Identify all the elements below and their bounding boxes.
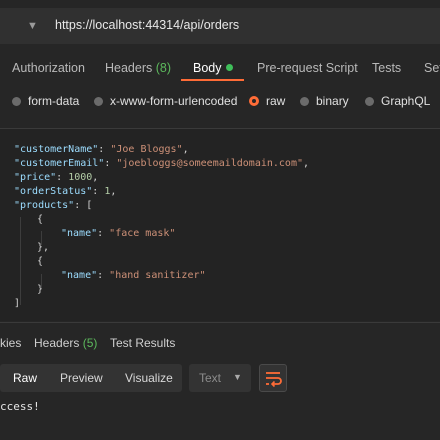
wrap-lines-icon <box>266 372 282 388</box>
tab-test-results-label: Test Results <box>110 336 176 350</box>
url-input[interactable]: https://localhost:44314/api/orders <box>55 18 239 32</box>
radio-urlencoded-label: x-www-form-urlencoded <box>110 94 238 108</box>
format-select[interactable]: Text ▼ <box>189 364 251 392</box>
tab-headers-count: (8) <box>155 61 172 75</box>
tab-body-label: Body <box>193 61 222 75</box>
tab-cookies-label: kies <box>0 336 22 350</box>
indent-guide <box>20 217 21 305</box>
postman-window: ▼ https://localhost:44314/api/orders Aut… <box>0 0 440 440</box>
code-bracket: : [ <box>74 200 93 211</box>
code-line: "name": "face mask" <box>61 227 175 241</box>
code-key: "orderStatus" <box>14 186 93 197</box>
tab-headers[interactable]: Headers (8) <box>105 61 171 75</box>
view-preview-button[interactable]: Preview <box>60 371 103 385</box>
active-tab-indicator <box>181 79 244 81</box>
code-comma: , <box>110 186 117 197</box>
radio-graphql[interactable]: GraphQL <box>365 94 430 108</box>
radio-circle-icon <box>365 97 374 106</box>
code-line: "name": "hand sanitizer" <box>61 269 206 283</box>
response-tabs: kies Headers (5) Test Results <box>0 330 440 354</box>
code-comma: , <box>182 144 189 155</box>
body-code-editor[interactable]: "customerName": "Joe Bloggs", "customerE… <box>0 128 440 321</box>
code-key: "products" <box>14 200 75 211</box>
tab-headers-label: Headers <box>105 61 153 75</box>
code-string: "Joe Bloggs" <box>110 144 183 155</box>
radio-circle-icon <box>94 97 103 106</box>
view-raw-button[interactable]: Raw <box>13 371 37 385</box>
code-colon: : <box>97 270 110 281</box>
code-string: "hand sanitizer" <box>109 270 206 281</box>
code-colon: : <box>98 144 111 155</box>
radio-x-www-form-urlencoded[interactable]: x-www-form-urlencoded <box>94 94 237 108</box>
code-key: "price" <box>14 172 57 183</box>
radio-graphql-label: GraphQL <box>381 94 431 108</box>
radio-form-data-label: form-data <box>28 94 80 108</box>
body-modified-dot-icon <box>225 64 233 71</box>
format-select-value: Text <box>199 371 222 385</box>
code-key: "name" <box>61 228 98 239</box>
code-number: 1000 <box>68 172 93 183</box>
radio-raw[interactable]: raw <box>249 94 285 108</box>
pane-divider[interactable] <box>0 322 440 323</box>
code-comma: , <box>92 172 99 183</box>
code-line: } <box>37 284 44 295</box>
code-line: }, <box>37 242 50 253</box>
tab-tests[interactable]: Tests <box>372 61 401 75</box>
tab-cookies[interactable]: kies <box>0 336 21 350</box>
code-line: { <box>37 256 44 267</box>
tab-response-headers-count: (5) <box>82 336 98 350</box>
response-toolbar: Raw Preview Visualize Text ▼ <box>0 364 440 394</box>
response-view-segmented: Raw Preview Visualize <box>0 364 182 392</box>
tab-pre-request-script[interactable]: Pre-request Script <box>257 61 358 75</box>
code-line: "customerName": "Joe Bloggs", <box>14 143 189 157</box>
code-string: "joebloggs@someemaildomain.com" <box>116 158 303 169</box>
tab-settings-label: Set <box>424 61 440 75</box>
response-body-text: ccess! <box>0 400 40 413</box>
wrap-lines-button[interactable] <box>259 364 287 392</box>
tab-test-results[interactable]: Test Results <box>110 336 175 350</box>
url-input-container[interactable]: ▼ https://localhost:44314/api/orders <box>0 8 440 44</box>
code-line: ] <box>14 298 21 309</box>
tab-tests-label: Tests <box>372 61 402 75</box>
radio-raw-label: raw <box>266 94 286 108</box>
radio-selected-icon <box>249 96 259 106</box>
radio-circle-icon <box>300 97 309 106</box>
code-colon: : <box>56 172 69 183</box>
code-key: "customerEmail" <box>14 158 105 169</box>
request-tabs: Authorization Headers (8) Body Pre-reque… <box>0 52 440 84</box>
method-dropdown-caret-icon[interactable]: ▼ <box>27 20 39 32</box>
body-type-selector: form-data x-www-form-urlencoded raw bina… <box>0 84 440 118</box>
code-key: "name" <box>61 270 98 281</box>
view-visualize-button[interactable]: Visualize <box>125 371 173 385</box>
code-line: "orderStatus": 1, <box>14 185 116 199</box>
radio-binary-label: binary <box>316 94 349 108</box>
radio-binary[interactable]: binary <box>300 94 349 108</box>
code-key: "customerName" <box>14 144 99 155</box>
radio-form-data[interactable]: form-data <box>12 94 79 108</box>
code-colon: : <box>97 228 110 239</box>
code-line: "price": 1000, <box>14 171 98 185</box>
tab-body[interactable]: Body <box>193 61 233 75</box>
request-url-bar: ▼ https://localhost:44314/api/orders <box>0 0 440 52</box>
chevron-down-icon: ▼ <box>233 372 242 382</box>
tab-authorization-label: Authorization <box>12 61 85 75</box>
tab-settings[interactable]: Set <box>424 61 440 75</box>
code-colon: : <box>92 186 105 197</box>
tab-pre-request-label: Pre-request Script <box>257 61 358 75</box>
code-colon: : <box>104 158 117 169</box>
code-string: "face mask" <box>109 228 176 239</box>
tab-response-headers[interactable]: Headers (5) <box>34 336 97 350</box>
code-line: { <box>37 214 44 225</box>
radio-circle-icon <box>12 97 21 106</box>
code-line: "products": [ <box>14 199 92 213</box>
code-comma: , <box>303 158 310 169</box>
tab-authorization[interactable]: Authorization <box>12 61 85 75</box>
code-line: "customerEmail": "joebloggs@someemaildom… <box>14 157 309 171</box>
tab-response-headers-label: Headers <box>34 336 80 350</box>
